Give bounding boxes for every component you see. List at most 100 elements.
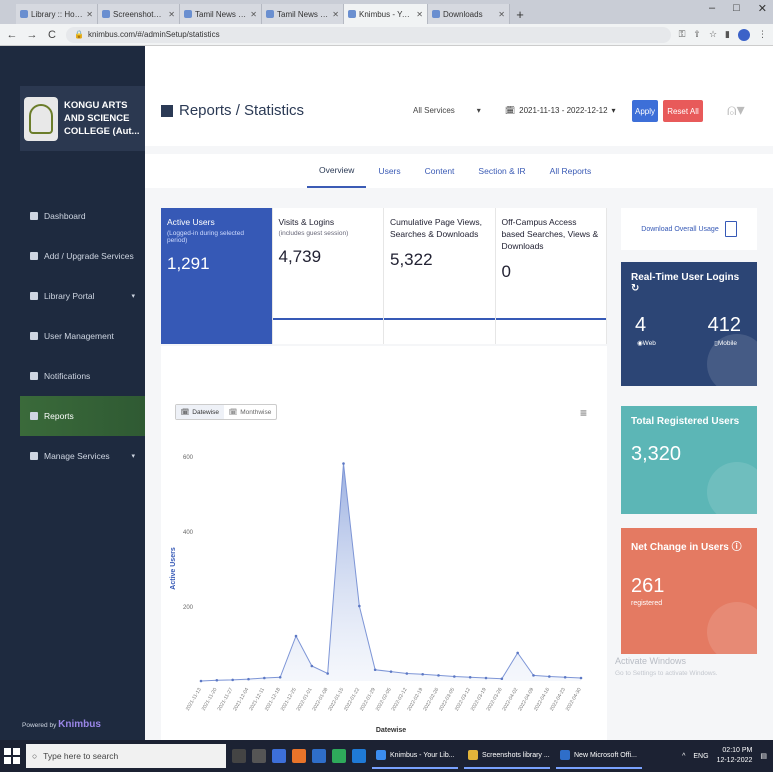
tab-users[interactable]: Users xyxy=(366,154,412,188)
forward-icon[interactable]: → xyxy=(26,29,38,41)
maximize-icon[interactable]: □ xyxy=(733,2,740,15)
data-point[interactable] xyxy=(516,651,519,655)
reset-all-button[interactable]: Reset All xyxy=(663,100,703,122)
data-point[interactable] xyxy=(342,462,345,465)
edge-icon[interactable] xyxy=(352,749,366,763)
windows-taskbar: ○ Type here to search Knimbus - Your Lib… xyxy=(0,740,773,772)
data-point[interactable] xyxy=(579,676,583,680)
data-point[interactable] xyxy=(294,634,298,638)
data-point[interactable] xyxy=(389,670,393,673)
data-point[interactable] xyxy=(326,672,329,675)
close-tab-icon[interactable]: ✕ xyxy=(250,10,257,19)
browser-tab[interactable]: Knimbus - Your Libra✕ xyxy=(344,4,428,24)
tab-all-reports[interactable]: All Reports xyxy=(538,154,604,188)
star-icon[interactable]: ☆ xyxy=(709,29,717,40)
sidebar-item-add-upgrade-services[interactable]: Add / Upgrade Services xyxy=(20,236,145,276)
data-point[interactable] xyxy=(548,675,551,678)
college-logo-box[interactable]: KONGU ARTS AND SCIENCE COLLEGE (Aut... xyxy=(20,86,145,151)
close-tab-icon[interactable]: ✕ xyxy=(86,10,93,19)
sidebar-item-manage-services[interactable]: Manage Services ▾ xyxy=(20,436,145,476)
key-icon[interactable]: ⚿ xyxy=(679,29,686,40)
taskbar-app-screenshots[interactable]: Screenshots library ... xyxy=(464,743,550,769)
data-point[interactable] xyxy=(532,674,535,677)
word-icon[interactable] xyxy=(312,749,326,763)
apply-button[interactable]: Apply xyxy=(632,100,658,122)
favicon-icon xyxy=(432,10,440,18)
data-point[interactable] xyxy=(247,677,250,681)
chrome-icon[interactable] xyxy=(332,749,346,763)
tab-section-ir[interactable]: Section & IR xyxy=(466,154,537,188)
stat-title: Active Users xyxy=(167,217,215,227)
taskbar-app-knimbus[interactable]: Knimbus - Your Lib... xyxy=(372,743,458,769)
stat-card[interactable]: Cumulative Page Views, Searches & Downlo… xyxy=(384,208,496,344)
windows-start-icon[interactable] xyxy=(4,748,20,764)
download-overall-usage-button[interactable]: Download Overall Usage xyxy=(621,208,757,250)
netchange-value: 261 xyxy=(631,575,665,597)
date-range-picker[interactable]: 🗓 2021-11-13 - 2022-12-12 ▾ xyxy=(505,106,616,115)
chevron-up-icon[interactable]: ^ xyxy=(682,753,685,760)
stat-subtitle: (Logged-in during selected period) xyxy=(167,230,244,244)
browser-tab[interactable]: Downloads ✕ xyxy=(428,4,510,24)
data-point[interactable] xyxy=(373,668,377,672)
browser-tab[interactable]: Screenshots - img✕ xyxy=(98,4,180,24)
mic-icon[interactable] xyxy=(232,749,246,763)
reload-icon[interactable]: C xyxy=(46,29,58,41)
data-point[interactable] xyxy=(405,672,409,675)
data-point[interactable] xyxy=(468,675,472,679)
stat-card[interactable]: Active Users (Logged-in during selected p… xyxy=(161,208,273,344)
close-tab-icon[interactable]: ✕ xyxy=(332,10,339,19)
knimbus-logo: Knimbus xyxy=(58,719,101,730)
security-icon[interactable] xyxy=(272,749,286,763)
taskbar-app-office[interactable]: New Microsoft Offi... xyxy=(556,743,642,769)
data-point[interactable] xyxy=(500,677,504,681)
taskbar-search[interactable]: ○ Type here to search xyxy=(26,744,226,768)
sidebar-item-user-management[interactable]: User Management xyxy=(20,316,145,356)
firefox-icon[interactable] xyxy=(292,749,306,763)
tab-overview[interactable]: Overview xyxy=(307,154,367,188)
language-indicator[interactable]: ENG xyxy=(693,753,708,760)
data-point[interactable] xyxy=(437,674,440,677)
url-field[interactable]: 🔒 knimbus.com/#/adminSetup/statistics xyxy=(66,26,671,43)
close-icon[interactable]: ✕ xyxy=(758,2,767,15)
data-point[interactable] xyxy=(563,675,567,679)
sidebar-item-reports[interactable]: Reports xyxy=(20,396,145,436)
refresh-icon[interactable]: ↻ xyxy=(631,283,639,294)
new-tab-button[interactable]: + xyxy=(510,4,530,24)
data-point[interactable] xyxy=(231,678,234,682)
user-menu-icon[interactable]: ⍝▾ xyxy=(727,100,745,120)
clock[interactable]: 02:10 PM 12-12-2022 xyxy=(717,746,753,766)
data-point[interactable] xyxy=(199,679,203,683)
reports-icon xyxy=(161,104,173,117)
data-point[interactable] xyxy=(484,676,488,680)
share-icon[interactable]: ⇪ xyxy=(693,29,701,40)
close-tab-icon[interactable]: ✕ xyxy=(168,10,175,19)
stat-value: 1,291 xyxy=(167,254,210,273)
extensions-icon[interactable]: ▮ xyxy=(725,29,730,40)
data-point[interactable] xyxy=(263,676,266,680)
data-point[interactable] xyxy=(358,604,361,608)
browser-tab[interactable]: Library :: Home Page✕ xyxy=(16,4,98,24)
data-point[interactable] xyxy=(215,678,219,682)
profile-avatar[interactable] xyxy=(738,28,750,41)
data-point[interactable] xyxy=(453,675,456,678)
data-point[interactable] xyxy=(421,672,424,676)
stat-card[interactable]: Off-Campus Access based Searches, Views … xyxy=(495,208,607,344)
close-tab-icon[interactable]: ✕ xyxy=(416,10,423,19)
more-menu-icon[interactable]: ⋮ xyxy=(758,29,767,40)
browser-tab[interactable]: Tamil News Latest✕ xyxy=(180,4,262,24)
service-filter-select[interactable]: All Services ▾ xyxy=(413,106,481,115)
notification-icon[interactable]: ▤ xyxy=(760,752,767,760)
browser-tab[interactable]: Tamil News | Online✕ xyxy=(262,4,344,24)
sidebar-item-dashboard[interactable]: Dashboard xyxy=(20,196,145,236)
data-point[interactable] xyxy=(278,675,282,679)
data-point[interactable] xyxy=(310,664,314,668)
back-icon[interactable]: ← xyxy=(6,29,18,41)
minimize-icon[interactable]: – xyxy=(709,2,715,15)
sidebar-item-notifications[interactable]: Notifications xyxy=(20,356,145,396)
task-view-icon[interactable] xyxy=(252,749,266,763)
info-icon[interactable]: ⓘ xyxy=(732,542,742,553)
close-tab-icon[interactable]: ✕ xyxy=(498,10,505,19)
sidebar-item-library-portal[interactable]: Library Portal ▾ xyxy=(20,276,145,316)
tab-content[interactable]: Content xyxy=(413,154,467,188)
stat-card[interactable]: Visits & Logins (includes guest session) 4… xyxy=(272,208,384,344)
